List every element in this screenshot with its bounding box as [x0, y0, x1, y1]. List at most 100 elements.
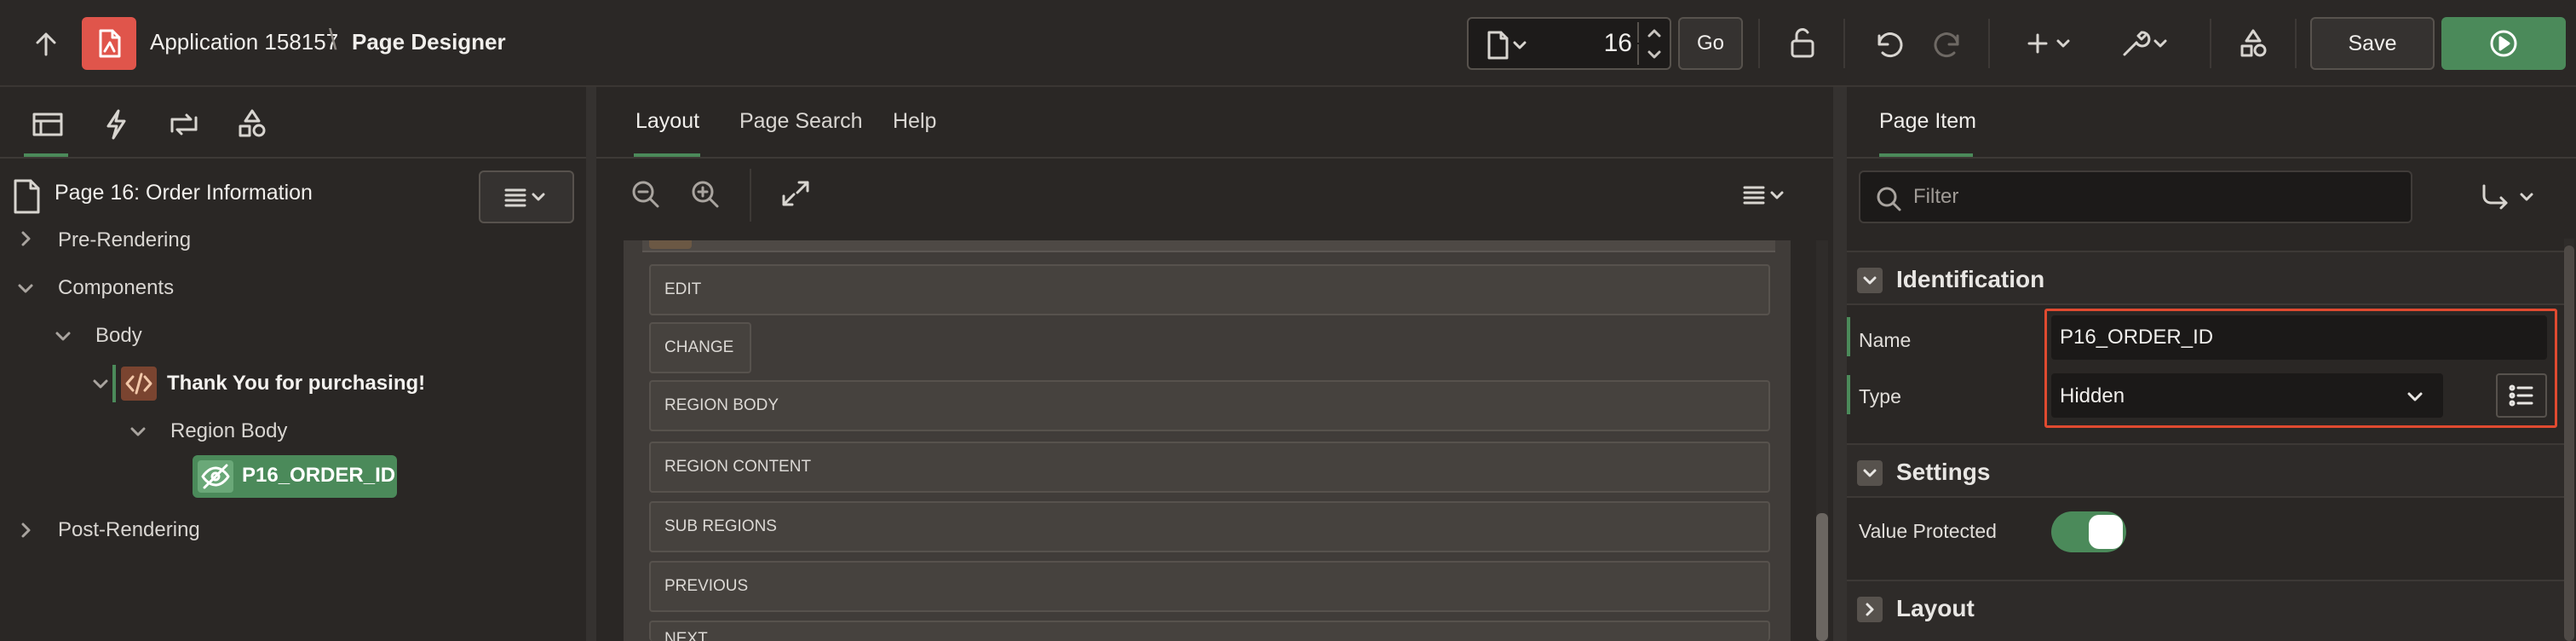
name-input[interactable] — [2060, 315, 2537, 360]
play-icon — [2490, 30, 2517, 57]
processing-icon[interactable] — [160, 106, 208, 143]
page-icon — [10, 177, 44, 215]
group-title: Layout — [1896, 595, 1975, 621]
save-button[interactable]: Save — [2310, 17, 2435, 70]
chevron-down-icon[interactable] — [1637, 44, 1668, 65]
position-previous[interactable]: PREVIOUS — [649, 561, 1770, 612]
tree-node-post-rendering[interactable]: Post-Rendering — [58, 518, 200, 542]
position-region-content[interactable]: REGION CONTENT — [649, 442, 1770, 493]
menu-icon — [504, 188, 545, 207]
tree-node-pre-rendering[interactable]: Pre-Rendering — [58, 228, 191, 252]
position-edit[interactable]: EDIT — [649, 264, 1770, 315]
wrench-icon[interactable] — [2116, 24, 2176, 63]
toolbar-divider — [1988, 19, 1990, 68]
tree-node-region-body[interactable]: Region Body — [170, 419, 287, 443]
divider — [0, 157, 586, 159]
scrollbar-thumb[interactable] — [2564, 245, 2574, 641]
tree-node-selected-item[interactable]: P16_ORDER_ID — [193, 455, 397, 498]
up-arrow-icon[interactable] — [24, 27, 68, 61]
page-selector[interactable] — [1467, 17, 1671, 70]
page-number-input[interactable] — [1520, 19, 1639, 68]
tab-layout[interactable]: Layout — [635, 109, 699, 134]
list-icon — [2509, 384, 2533, 407]
lock-icon[interactable] — [1784, 24, 1821, 63]
zoom-out-icon[interactable] — [627, 176, 664, 211]
group-title: Identification — [1896, 266, 2045, 292]
toggle-knob — [2089, 515, 2123, 549]
left-splitter[interactable] — [586, 87, 596, 641]
tree-node-item-label: P16_ORDER_ID — [242, 464, 396, 487]
list-values-button[interactable] — [2496, 373, 2547, 418]
search-icon — [1874, 184, 1903, 213]
tab-page-search[interactable]: Page Search — [739, 109, 863, 134]
position-change[interactable]: CHANGE — [649, 322, 751, 373]
menu-icon[interactable] — [1734, 176, 1794, 213]
canvas-region-marker — [649, 240, 692, 249]
group-layout[interactable]: Layout — [1847, 580, 2564, 641]
layout-pane: Layout Page Search Help EDIT CHANGE REGI… — [596, 87, 1833, 641]
toolbar-divider — [750, 169, 751, 222]
redo-icon[interactable] — [1930, 24, 1968, 63]
go-button[interactable]: Go — [1678, 17, 1743, 70]
page-designer-app: Application 158157 \ Page Designer Go — [0, 0, 2576, 641]
zoom-in-icon[interactable] — [687, 176, 724, 211]
tree-node-indicator — [112, 365, 116, 402]
tree-node-body[interactable]: Body — [95, 324, 142, 348]
tab-help[interactable]: Help — [893, 109, 936, 134]
shared-components-tab-icon[interactable] — [228, 106, 276, 143]
app-icon[interactable] — [82, 17, 136, 70]
chevron-down-icon — [2404, 385, 2426, 407]
right-splitter[interactable] — [1833, 87, 1847, 641]
chevron-right-icon[interactable] — [1857, 597, 1883, 622]
filter-field[interactable] — [1859, 170, 2412, 223]
group-identification[interactable]: Identification — [1847, 251, 2564, 305]
expand-icon[interactable] — [777, 176, 814, 211]
tree-node-components[interactable]: Components — [58, 276, 174, 300]
position-region-body[interactable]: REGION BODY — [649, 380, 1770, 431]
group-settings[interactable]: Settings — [1847, 443, 2564, 498]
required-indicator — [1847, 317, 1850, 356]
chevron-right-icon[interactable] — [15, 520, 36, 540]
plus-icon[interactable] — [2022, 24, 2079, 63]
shared-components-icon[interactable] — [2234, 24, 2273, 63]
position-next[interactable]: NEXT — [649, 621, 1770, 641]
position-sub-regions[interactable]: SUB REGIONS — [649, 501, 1770, 552]
undo-icon[interactable] — [1869, 24, 1906, 63]
chevron-down-icon[interactable] — [53, 326, 73, 346]
code-region-icon — [121, 367, 157, 401]
run-page-button[interactable] — [2441, 17, 2566, 70]
value-protected-label: Value Protected — [1859, 520, 1997, 542]
scrollbar-thumb[interactable] — [1816, 513, 1828, 641]
canvas-region-edge — [642, 240, 1775, 252]
required-indicator — [1847, 375, 1850, 414]
tree-page-header[interactable]: Page 16: Order Information — [55, 181, 313, 205]
chevron-down-icon[interactable] — [90, 373, 111, 394]
breadcrumb-separator: \ — [329, 24, 337, 56]
toolbar-divider — [2295, 19, 2297, 68]
toolbar-divider — [2210, 19, 2211, 68]
lightning-icon[interactable] — [92, 106, 140, 143]
chevron-down-icon[interactable] — [1857, 460, 1883, 486]
tree-node-thank-you-region[interactable]: Thank You for purchasing! — [167, 372, 425, 396]
hidden-item-icon — [198, 460, 233, 493]
page-designer-title: Page Designer — [352, 29, 506, 55]
name-field[interactable] — [2051, 315, 2547, 360]
goto-icon — [2482, 184, 2533, 210]
type-select[interactable]: Hidden — [2051, 373, 2443, 418]
header-bar: Application 158157 \ Page Designer Go — [0, 0, 2576, 87]
divider — [596, 157, 1833, 159]
value-protected-toggle[interactable] — [2051, 511, 2126, 552]
app-title[interactable]: Application 158157 — [150, 29, 338, 55]
rendering-tab-icon[interactable] — [24, 106, 72, 143]
group-title: Settings — [1896, 459, 1991, 485]
filter-input[interactable] — [1913, 172, 2390, 222]
chevron-down-icon[interactable] — [15, 278, 36, 298]
rendering-pane: Page 16: Order Information Pre-Rendering… — [0, 87, 586, 641]
goto-group-button[interactable] — [2435, 176, 2562, 218]
chevron-right-icon[interactable] — [15, 228, 36, 249]
tree-menu-button[interactable] — [479, 170, 574, 223]
chevron-down-icon[interactable] — [1857, 268, 1883, 293]
tab-page-item[interactable]: Page Item — [1879, 109, 1976, 134]
chevron-down-icon[interactable] — [128, 421, 148, 442]
chevron-up-icon[interactable] — [1637, 22, 1668, 43]
